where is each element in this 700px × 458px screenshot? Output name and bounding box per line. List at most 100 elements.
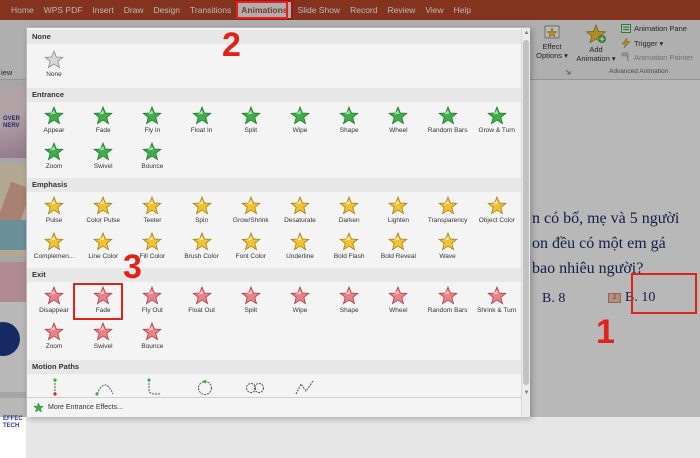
effect-entrance-fly-in[interactable]: Fly In [127, 104, 177, 140]
effect-exit-disappear[interactable]: Disappear [29, 284, 79, 320]
effect-entrance-shape[interactable]: Shape [324, 104, 374, 140]
trigger-button[interactable]: Trigger ▾ [621, 38, 663, 48]
emphasis-star-icon [339, 196, 360, 215]
effect-label: Teeter [143, 217, 162, 224]
gallery-scrollbar[interactable]: ▲ ▼ [521, 28, 530, 417]
effect-emphasis-transparency[interactable]: Transparency [423, 194, 473, 230]
menu-slide-show[interactable]: Slide Show [293, 0, 346, 20]
step-number-3: 3 [123, 248, 142, 286]
menu-insert[interactable]: Insert [87, 0, 118, 20]
effect-emphasis-darken[interactable]: Darken [324, 194, 374, 230]
effect-emphasis-pulse[interactable]: Pulse [29, 194, 79, 230]
effect-exit-shape[interactable]: Shape [324, 284, 374, 320]
effect-exit-wipe[interactable]: Wipe [275, 284, 325, 320]
effect-emphasis-underline[interactable]: Underline [275, 230, 325, 266]
menu-transitions[interactable]: Transitions [185, 0, 236, 20]
slide-thumbnail[interactable]: OVER NERV [0, 86, 26, 158]
effect-emphasis-bold-reveal[interactable]: Bold Reveal [373, 230, 423, 266]
effect-entrance-float-in[interactable]: Float In [177, 104, 227, 140]
highlight-box-animations-tab [236, 1, 288, 19]
scroll-thumb[interactable] [523, 40, 529, 385]
exit-star-icon [388, 286, 409, 305]
effect-emphasis-spin[interactable]: Spin [177, 194, 227, 230]
effect-emphasis-lighten[interactable]: Lighten [373, 194, 423, 230]
effect-emphasis-desaturate[interactable]: Desaturate [275, 194, 325, 230]
effect-entrance-swivel[interactable]: Swivel [78, 140, 128, 176]
effect-entrance-grow-turn[interactable]: Grow & Turn [472, 104, 522, 140]
slide-thumbnail[interactable]: EFFEC TECH [0, 398, 26, 458]
effect-label: Line Color [88, 253, 118, 260]
animation-gallery: None None Entrance Emphasis Exit Motion … [26, 27, 530, 417]
motion-path-shapes-icon[interactable] [193, 378, 217, 396]
section-header-motion-paths: Motion Paths [27, 360, 521, 374]
effect-emphasis-wave[interactable]: Wave [423, 230, 473, 266]
animation-pane-button[interactable]: Animation Pane [621, 24, 687, 33]
effect-entrance-wheel[interactable]: Wheel [373, 104, 423, 140]
effect-none[interactable]: None [29, 48, 79, 84]
effect-exit-random-bars[interactable]: Random Bars [423, 284, 473, 320]
menu-wps-pdf[interactable]: WPS PDF [39, 0, 88, 20]
effect-exit-shrink-turn[interactable]: Shrink & Turn [472, 284, 522, 320]
effect-emphasis-grow-shrink[interactable]: Grow/Shrink [226, 194, 276, 230]
effect-emphasis-font-color[interactable]: Font Color [226, 230, 276, 266]
exit-star-icon [93, 322, 114, 341]
scroll-up-arrow-icon[interactable]: ▲ [522, 28, 531, 38]
entrance-star-icon [240, 106, 261, 125]
effect-exit-zoom[interactable]: Zoom [29, 320, 79, 356]
effect-entrance-fade[interactable]: Fade [78, 104, 128, 140]
menu-record[interactable]: Record [345, 0, 382, 20]
emphasis-star-icon [240, 196, 261, 215]
answer-b8[interactable]: B. 8 [542, 291, 565, 307]
menu-review[interactable]: Review [382, 0, 420, 20]
exit-star-icon [290, 286, 310, 305]
scroll-down-arrow-icon[interactable]: ▼ [522, 388, 531, 398]
effect-label: Brush Color [184, 253, 219, 260]
motion-path-arcs-icon[interactable] [93, 378, 117, 396]
dialog-launcher-icon[interactable] [565, 69, 571, 75]
effect-emphasis-brush-color[interactable]: Brush Color [177, 230, 227, 266]
effect-entrance-split[interactable]: Split [226, 104, 276, 140]
effect-entrance-appear[interactable]: Appear [29, 104, 79, 140]
effect-emphasis-line-color[interactable]: Line Color [78, 230, 128, 266]
slide-canvas[interactable]: n có bố, mẹ và 5 người on đều có một em … [530, 80, 700, 417]
add-animation-button[interactable]: Add Animation ▾ [575, 24, 617, 63]
menu-draw[interactable]: Draw [119, 0, 149, 20]
effect-entrance-zoom[interactable]: Zoom [29, 140, 79, 176]
motion-path-loops-icon[interactable] [243, 378, 267, 396]
effect-entrance-wipe[interactable]: Wipe [275, 104, 325, 140]
motion-path-lines-icon[interactable] [43, 378, 67, 396]
step-number-1: 1 [596, 313, 615, 351]
effect-emphasis-complemen[interactable]: Complemen... [29, 230, 79, 266]
effect-exit-float-out[interactable]: Float Out [177, 284, 227, 320]
motion-path-turns-icon[interactable] [143, 378, 167, 396]
slide-text-line: on đều có một em gá [532, 235, 666, 252]
effect-label: Wheel [389, 307, 408, 314]
effect-exit-bounce[interactable]: Bounce [127, 320, 177, 356]
effect-exit-wheel[interactable]: Wheel [373, 284, 423, 320]
animation-painter-button[interactable]: Animation Painter [621, 52, 693, 62]
effect-emphasis-teeter[interactable]: Teeter [127, 194, 177, 230]
menu-view[interactable]: View [420, 0, 448, 20]
entrance-star-icon [486, 106, 507, 125]
motion-path-custom-icon[interactable] [293, 378, 317, 396]
effect-emphasis-object-color[interactable]: Object Color [472, 194, 522, 230]
slide-thumbnail[interactable] [0, 164, 26, 256]
menu-help[interactable]: Help [449, 0, 476, 20]
effect-exit-fly-out[interactable]: Fly Out [127, 284, 177, 320]
effect-label: Color Pulse [86, 217, 120, 224]
menu-design[interactable]: Design [149, 0, 185, 20]
more-entrance-effects-link[interactable]: More Entrance Effects... [27, 397, 521, 417]
effect-exit-split[interactable]: Split [226, 284, 276, 320]
emphasis-star-icon [339, 232, 360, 251]
exit-star-icon [191, 286, 212, 305]
effect-label: Wave [439, 253, 456, 260]
effect-options-button[interactable]: Effect Options ▾ [532, 24, 572, 60]
menu-home[interactable]: Home [6, 0, 39, 20]
effect-entrance-random-bars[interactable]: Random Bars [423, 104, 473, 140]
effect-entrance-bounce[interactable]: Bounce [127, 140, 177, 176]
slide-thumbnail[interactable] [0, 262, 26, 392]
effect-emphasis-bold-flash[interactable]: Bold Flash [324, 230, 374, 266]
section-header-exit: Exit [27, 268, 521, 282]
effect-emphasis-color-pulse[interactable]: Color Pulse [78, 194, 128, 230]
effect-exit-swivel[interactable]: Swivel [78, 320, 128, 356]
